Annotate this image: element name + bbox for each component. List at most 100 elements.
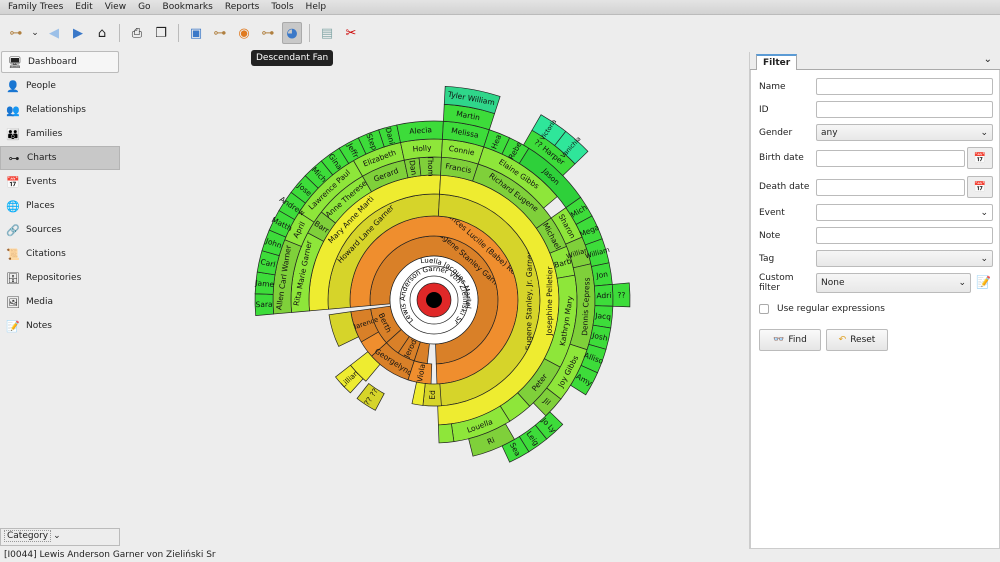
menu-help[interactable]: Help [302, 0, 335, 14]
sidebar-item-label: Notes [26, 321, 52, 331]
descendant-fan-chart[interactable]: Eugene Stanley GarnerFrances Lucille (Ba… [120, 50, 748, 546]
fan-segment[interactable]: Jame [254, 271, 276, 295]
fan-segment[interactable]: Sara [254, 293, 274, 316]
note-input[interactable] [816, 227, 993, 244]
death-date-input[interactable] [816, 178, 965, 196]
fan-segment[interactable]: Jon [591, 262, 613, 287]
menu-family-trees[interactable]: Family Trees [4, 0, 71, 14]
category-selector[interactable]: Category ⌄ [0, 528, 120, 546]
menu-reports[interactable]: Reports [221, 0, 268, 14]
event-row: Event ⌄ [759, 204, 993, 221]
undo-icon: ↶ [838, 335, 847, 345]
birth-row: Birth date 📅 [759, 147, 993, 169]
calendar-icon[interactable]: 📅 [967, 147, 993, 169]
print-icon[interactable]: ⎙ [127, 22, 147, 44]
config-icon[interactable]: ▣ [186, 22, 206, 44]
segment-label: Thom [426, 154, 436, 176]
sidebar-item-repositories[interactable]: 🗄 Repositories [0, 266, 120, 290]
media-icon: 🖼 [6, 295, 20, 309]
home-icon[interactable]: ⌂ [92, 22, 112, 44]
filter-panel: Filter ⌄ Name ID Gender any ⌄ Birth date 📅 D… [749, 52, 1000, 549]
sidebar-item-relationships[interactable]: 👥 Relationships [0, 98, 120, 122]
sidebar-item-label: Repositories [26, 273, 82, 283]
sidebar-item-label: Media [26, 297, 54, 307]
tab-filter[interactable]: Filter [756, 54, 798, 71]
pedigree-icon[interactable]: ⊶ [210, 22, 230, 44]
gender-select[interactable]: any ⌄ [816, 124, 993, 141]
sidebar-item-places[interactable]: 🌐 Places [0, 194, 120, 218]
toolbar: ⊶ ⌄ ◀ ▶ ⌂ ⎙ ❐ ▣ ⊶ ◉ ⊶ ◕ ▤ ✂ [0, 18, 361, 48]
death-row: Death date 📅 [759, 176, 993, 198]
chevron-down-icon: ⌄ [980, 127, 988, 138]
event-combo[interactable]: ⌄ [816, 204, 993, 221]
fan-segment[interactable]: ?? ?? [356, 383, 385, 411]
fan-segment[interactable] [437, 423, 455, 444]
fan-segment[interactable]: ?? [611, 282, 631, 308]
chevron-down-icon: ⌄ [980, 253, 988, 264]
gender-label: Gender [759, 127, 793, 138]
fan-segment[interactable]: Alecia [396, 120, 444, 143]
tag-select[interactable]: ⌄ [816, 250, 993, 267]
sidebar-item-label: Dashboard [28, 57, 77, 67]
category-label: Category [4, 530, 52, 542]
binoculars-icon: 👓 [773, 335, 785, 345]
fan-segment[interactable]: Holly [400, 138, 443, 161]
gender-row: Gender any ⌄ [759, 124, 993, 141]
media-icon[interactable]: ▤ [317, 22, 337, 44]
regex-row: Use regular expressions [759, 304, 993, 314]
menu-edit[interactable]: Edit [71, 0, 100, 14]
birth-date-input[interactable] [816, 149, 965, 167]
note-label: Note [759, 230, 781, 241]
dropdown-icon[interactable]: ⌄ [30, 22, 40, 44]
sidebar-item-label: Families [26, 129, 63, 139]
segment-label: Eugene Stanley, Jr. Garner [524, 250, 534, 350]
events-icon: 📅 [6, 175, 20, 189]
custom-filter-select[interactable]: None ⌄ [816, 273, 971, 293]
descendant-tree-icon[interactable]: ⊶ [258, 22, 278, 44]
sidebar-item-citations[interactable]: 📜 Citations [0, 242, 120, 266]
event-label: Event [759, 207, 785, 218]
descendant-fan-icon[interactable]: ◕ [282, 22, 302, 44]
fan-icon[interactable]: ◉ [234, 22, 254, 44]
fan-segment[interactable]: Ed [422, 383, 442, 407]
forward-icon[interactable]: ▶ [68, 22, 88, 44]
menu-go[interactable]: Go [134, 0, 158, 14]
sidebar-item-events[interactable]: 📅 Events [0, 170, 120, 194]
id-input[interactable] [816, 101, 993, 118]
reset-button[interactable]: ↶ Reset [826, 329, 888, 351]
sidebar-item-people[interactable]: 👤 People [0, 74, 120, 98]
sidebar-item-charts[interactable]: ⊶ Charts [0, 146, 120, 170]
segment-label: Ed [428, 390, 437, 400]
custom-filter-row: Custom filter None ⌄ [759, 273, 971, 293]
chevron-down-icon[interactable]: ⌄ [984, 54, 992, 65]
sidebar-item-notes[interactable]: 📝 Notes [0, 314, 120, 338]
fan-segment[interactable] [411, 381, 426, 406]
fan-segment[interactable]: Jacq [592, 305, 614, 329]
fan-segment[interactable]: Adri [594, 284, 614, 307]
status-bar: [I0044] Lewis Anderson Garner von Zieliń… [4, 550, 216, 560]
reset-label: Reset [850, 335, 876, 345]
menu-bookmarks[interactable]: Bookmarks [159, 0, 221, 14]
copy-icon[interactable]: ❐ [151, 22, 171, 44]
sidebar-item-sources[interactable]: 🔗 Sources [0, 218, 120, 242]
scissors-icon[interactable]: ✂ [341, 22, 361, 44]
tree-icon[interactable]: ⊶ [6, 22, 26, 44]
back-icon[interactable]: ◀ [44, 22, 64, 44]
charts-icon: ⊶ [8, 151, 20, 165]
menu-view[interactable]: View [101, 0, 134, 14]
regex-checkbox[interactable] [759, 304, 769, 314]
sidebar-item-dashboard[interactable]: 🖥 Dashboard [1, 51, 119, 73]
custom-filter-value: None [821, 278, 845, 288]
sidebar-item-media[interactable]: 🖼 Media [0, 290, 120, 314]
calendar-icon[interactable]: 📅 [967, 176, 993, 198]
sidebar-item-families[interactable]: 👪 Families [0, 122, 120, 146]
segment-label: Josephine Pelletier [545, 266, 555, 337]
chevron-down-icon: ⌄ [980, 207, 988, 218]
edit-filter-icon[interactable]: 📝 [976, 275, 991, 289]
name-label: Name [759, 81, 786, 92]
find-button[interactable]: 👓 Find [759, 329, 821, 351]
name-input[interactable] [816, 78, 993, 95]
citations-icon: 📜 [6, 247, 20, 261]
menu-bar: Family Trees Edit View Go Bookmarks Repo… [0, 0, 1000, 15]
menu-tools[interactable]: Tools [267, 0, 301, 14]
